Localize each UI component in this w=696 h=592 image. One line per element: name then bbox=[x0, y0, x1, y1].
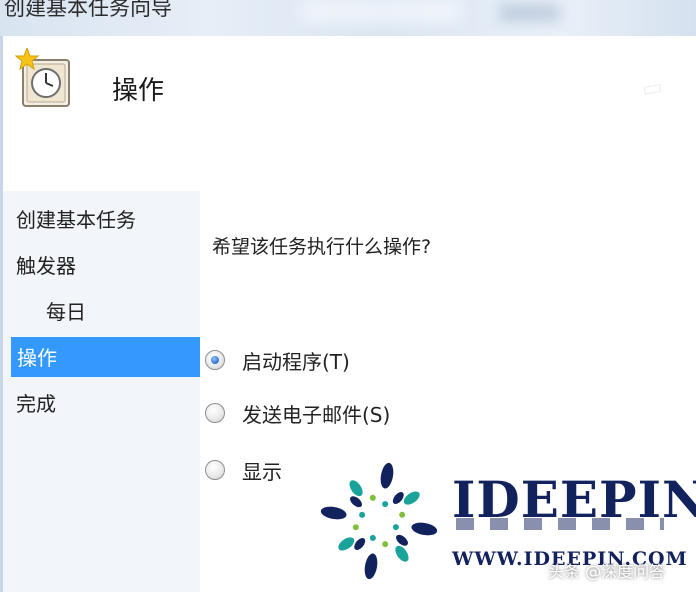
window-title: 创建基本任务向导 bbox=[4, 0, 172, 20]
title-bar-blur bbox=[300, 0, 460, 22]
page-title: 操作 bbox=[112, 76, 165, 106]
sidebar-item-create-basic-task[interactable]: 创建基本任务 bbox=[16, 204, 136, 233]
radio-send-email[interactable] bbox=[205, 403, 225, 423]
toutiao-watermark: 头条 @深度问答 bbox=[548, 562, 666, 581]
sidebar-item-action-label: 操作 bbox=[17, 346, 57, 370]
wizard-header bbox=[3, 36, 696, 191]
title-bar[interactable]: 创建基本任务向导 bbox=[0, 0, 696, 36]
brand-decorative-stripe bbox=[456, 518, 664, 530]
faint-watermark-mark: ▭ bbox=[639, 74, 665, 103]
sidebar-item-daily[interactable]: 每日 bbox=[46, 296, 86, 325]
sidebar-item-action[interactable]: 操作 bbox=[11, 337, 200, 377]
question-label: 希望该任务执行什么操作? bbox=[212, 236, 432, 258]
radio-start-program[interactable] bbox=[205, 350, 225, 370]
option-start-program-label[interactable]: 启动程序(T) bbox=[242, 346, 350, 375]
sidebar-item-trigger[interactable]: 触发器 bbox=[16, 250, 76, 279]
option-send-email-label[interactable]: 发送电子邮件(S) bbox=[242, 399, 390, 428]
clock-icon bbox=[15, 48, 70, 107]
radio-display-message[interactable] bbox=[205, 460, 225, 480]
option-display-message-label[interactable]: 显示 bbox=[242, 456, 282, 485]
title-bar-blur-dark bbox=[500, 4, 560, 22]
ideepin-logo-icon bbox=[320, 462, 438, 580]
sidebar-item-finish[interactable]: 完成 bbox=[16, 388, 56, 417]
